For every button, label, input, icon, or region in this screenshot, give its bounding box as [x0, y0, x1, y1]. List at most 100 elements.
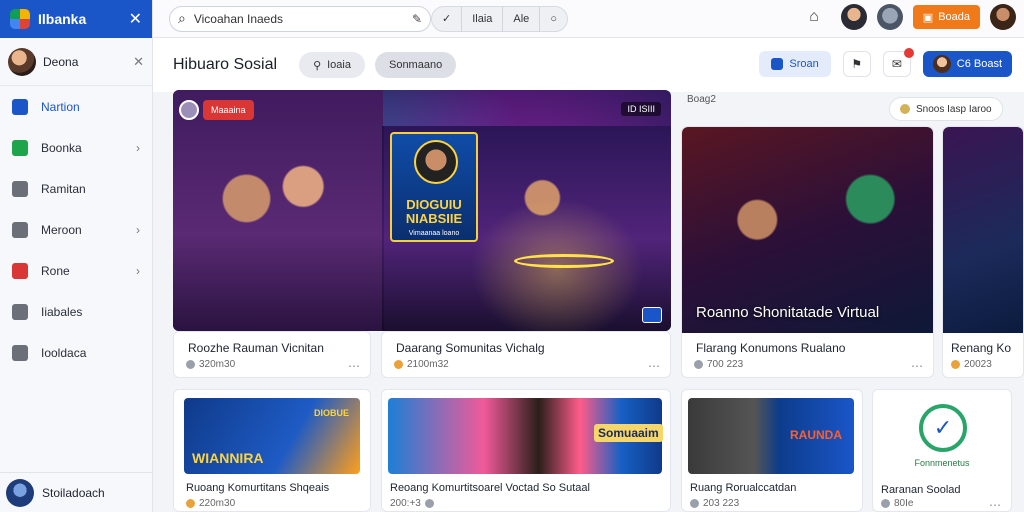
close-icon[interactable]: ✕ — [133, 54, 144, 70]
community-card[interactable]: Roanno Shonitatade Virtual Flarang Konum… — [681, 126, 934, 378]
poster-subtitle: Vimaanaa loano — [408, 230, 460, 237]
clock-icon — [394, 360, 403, 369]
sidebar-item-label: Nartion — [41, 99, 80, 114]
card-meta: 320m30 — [186, 359, 235, 370]
card-meta: 203 223 — [690, 498, 739, 509]
card-title: Roozhe Rauman Vicnitan — [188, 341, 324, 355]
join-button[interactable]: C6 Boast — [922, 51, 1012, 77]
nav-icon — [12, 139, 28, 156]
check-icon: ✓ — [919, 404, 967, 452]
featured-card-2[interactable]: Daarang Somunitas Vichalg 2100m32 ⋯ — [381, 331, 671, 378]
check-icon[interactable]: ✓ — [432, 5, 463, 32]
community-card[interactable]: ✓ Fonnmenetus Raranan Soolad 80Ie ⋯ — [872, 389, 1012, 512]
segment-1[interactable]: Ilaia — [462, 5, 504, 32]
blue-pill-button[interactable]: Sroan — [759, 51, 831, 77]
more-icon[interactable]: ⋯ — [348, 359, 360, 373]
share-icon[interactable] — [642, 307, 662, 323]
chip-filter-1[interactable]: ⚲ Ioaia — [299, 52, 365, 78]
footer-avatar — [6, 478, 34, 507]
more-icon[interactable]: ⋯ — [911, 359, 923, 373]
brand-logo-icon — [10, 9, 30, 29]
card-meta: 700 223 — [694, 359, 743, 370]
host-avatar — [179, 100, 199, 120]
card-meta-text: 700 223 — [707, 359, 744, 370]
card-title: Flarang Konumons Rualano — [696, 341, 846, 355]
sidebar-item-label: Boonka — [41, 140, 82, 155]
upgrade-label: Boada — [938, 11, 970, 23]
filter-button[interactable]: Snoos Iasp Iaroo — [889, 97, 1003, 121]
filter-label: Snoos Iasp Iaroo — [916, 103, 992, 115]
card-meta: 20023 — [951, 359, 992, 370]
home-icon[interactable]: ⌂ — [809, 8, 819, 26]
sidebar-user[interactable]: Deona ✕ — [0, 38, 152, 86]
clock-icon — [186, 360, 195, 369]
community-card[interactable]: RAUNDA Ruang Rorualccatdan 203 223 — [681, 389, 863, 512]
card-title: Ruang Rorualccatdan — [690, 482, 797, 494]
card-thumbnail — [943, 127, 1023, 333]
nav-icon — [12, 98, 28, 115]
card-title: Raranan Soolad — [881, 484, 961, 496]
clock-icon — [694, 360, 703, 369]
nav-icon — [12, 180, 28, 197]
card-meta-text: 203 223 — [703, 498, 740, 509]
page-title: Hibuaro Sosial — [173, 56, 278, 73]
card-overlay-title: Roanno Shonitatade Virtual — [696, 304, 880, 321]
card-meta-text: 220m30 — [199, 498, 236, 509]
chip-filter-2[interactable]: Sonmaano — [374, 52, 457, 78]
segment-2[interactable]: Ale — [503, 5, 541, 32]
sidebar-item-4[interactable]: Meroon › — [0, 209, 152, 250]
sidebar-footer[interactable]: Stoiladoach — [0, 472, 153, 512]
close-sidebar-icon[interactable]: ✕ — [129, 9, 142, 29]
more-icon[interactable]: ⋯ — [989, 498, 1001, 511]
sidebar-item-7[interactable]: Iooldaca — [0, 332, 152, 373]
poster-subtitle: DIOBUE — [314, 408, 350, 418]
chevron-right-icon: › — [136, 140, 140, 155]
featured-banner[interactable]: Maaaina ID ISIII DIOGUIU NIABSIIE Vimaan… — [173, 90, 671, 331]
pin-icon[interactable]: ⚑ — [842, 51, 871, 77]
clock-icon — [424, 499, 434, 508]
avatar[interactable] — [840, 4, 867, 30]
nav-icon — [12, 303, 28, 320]
sidebar-item-5[interactable]: Rone › — [0, 250, 152, 291]
circle-icon[interactable]: ○ — [540, 6, 567, 32]
clock-icon — [690, 499, 699, 508]
community-card[interactable]: Somuaaim Reoang Komurtitsoarel Voctad So… — [381, 389, 671, 512]
sidebar-item-6[interactable]: Iiabales — [0, 291, 152, 332]
person-icon: ⚲ — [313, 59, 322, 72]
join-label: C6 Boast — [956, 58, 1002, 70]
card-meta-text: 200:+3 — [390, 498, 421, 509]
sidebar-item-3[interactable]: Ramitan — [0, 168, 152, 209]
topbar-segments: ✓ Ilaia Ale ○ — [431, 5, 568, 32]
viewer-count: ID ISIII — [621, 102, 661, 116]
profile-avatar[interactable] — [990, 4, 1016, 30]
brand-name: Ilbanka — [38, 11, 87, 27]
card-title: Renang Ko — [951, 341, 1012, 355]
community-card[interactable]: WIANNIRA DIOBUE Ruoang Komurtitans Shqea… — [173, 389, 371, 512]
search-input[interactable] — [193, 11, 412, 26]
card-meta: 80Ie — [881, 498, 913, 509]
notification-icon[interactable]: ✉ — [882, 48, 914, 77]
edit-icon[interactable]: ✎ — [412, 12, 422, 26]
card-title: Reoang Komurtitsoarel Voctad So Sutaal — [390, 482, 590, 494]
blue-pill-label: Sroan — [789, 58, 819, 70]
sidebar-user-name: Deona — [43, 54, 79, 69]
featured-image-right: DIOGUIU NIABSIIE Vimaanaa loano — [382, 126, 671, 331]
more-icon[interactable]: ⋯ — [648, 359, 660, 373]
live-tag: Maaaina — [203, 100, 254, 120]
community-card-partial[interactable]: Renang Ko 20023 — [942, 126, 1024, 378]
nav-icon — [12, 344, 28, 361]
card-title: Ruoang Komurtitans Shqeais — [186, 482, 330, 494]
featured-card-1[interactable]: Roozhe Rauman Vicnitan 320m30 ⋯ — [173, 331, 371, 378]
box-icon: ▣ — [922, 11, 934, 24]
bot-avatar[interactable] — [876, 4, 903, 30]
chevron-right-icon: › — [136, 263, 140, 278]
sidebar-item-2[interactable]: Boonka › — [0, 127, 152, 168]
search-bar[interactable]: ⌕ ✎ — [169, 5, 431, 32]
card-meta: 2100m32 — [394, 359, 449, 370]
sidebar-nav: Nartion Boonka › Ramitan Meroon › Rone › Iiabale… — [0, 86, 152, 373]
upgrade-button[interactable]: ▣ Boada — [912, 5, 980, 29]
poster-host — [414, 140, 458, 184]
join-avatar — [932, 55, 951, 73]
sidebar-item-1[interactable]: Nartion — [0, 86, 152, 127]
sidebar-item-label: Ramitan — [41, 181, 86, 196]
